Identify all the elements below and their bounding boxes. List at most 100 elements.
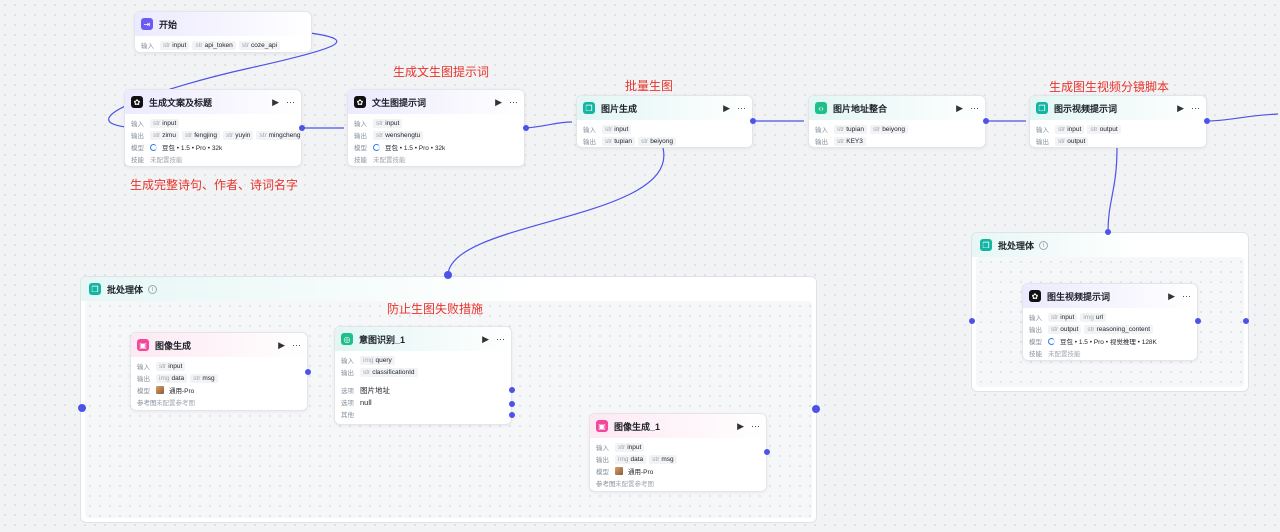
- node-title: 图像生成: [155, 340, 192, 351]
- row-label: 输出: [583, 139, 596, 146]
- param-name: api_token: [204, 41, 233, 49]
- group2-right-port[interactable]: [1243, 318, 1249, 324]
- refimg-value: 未配置参考图: [156, 400, 195, 407]
- param-name: msg: [661, 455, 674, 463]
- branch-option: 图片地址: [360, 385, 390, 395]
- type-tag: str: [225, 131, 234, 139]
- node-img2video-prompt-batch[interactable]: ❒ 图示视频提示词 ▶ ··· 输入 str input str output 输出 s…: [1029, 95, 1207, 148]
- param-tag: str reasoning_content: [1084, 324, 1154, 334]
- param-tag: str input: [1048, 312, 1078, 322]
- node-image-gen-1[interactable]: ▣ 图像生成_1 ▶ ··· 输入 str input 输出 img data str m…: [589, 413, 767, 492]
- refimg-value: 未配置参考图: [615, 481, 654, 488]
- play-icon[interactable]: ▶: [272, 97, 279, 108]
- group1-left-port[interactable]: [78, 404, 86, 412]
- node-intent-recognition[interactable]: ◎ 意图识别_1 ▶ ··· 输入 img query 输出 str classifica…: [334, 326, 512, 425]
- more-icon[interactable]: ···: [509, 97, 518, 108]
- output-port[interactable]: [983, 118, 989, 124]
- type-tag: str: [605, 125, 613, 133]
- branch-port[interactable]: [509, 412, 515, 418]
- info-icon[interactable]: i: [1039, 240, 1049, 250]
- param-tag: str input: [602, 124, 632, 134]
- row-label: 模型: [596, 469, 609, 476]
- group1-right-port[interactable]: [812, 405, 820, 413]
- row-label: 输出: [341, 370, 354, 377]
- param-tag: str wenshengtu: [373, 130, 424, 140]
- more-icon[interactable]: ···: [1191, 103, 1200, 114]
- more-icon[interactable]: ···: [496, 334, 505, 345]
- output-port[interactable]: [750, 118, 756, 124]
- group2-left-port[interactable]: [969, 318, 975, 324]
- param-tag: str mingcheng: [256, 130, 304, 140]
- row-label: 技能: [1029, 351, 1042, 358]
- node-image-gen-batch[interactable]: ❒ 图片生成 ▶ ··· 输入 str input 输出 str tupian str b…: [576, 95, 753, 148]
- type-tag: str: [363, 368, 371, 376]
- group1-input-port[interactable]: [444, 271, 452, 279]
- play-icon[interactable]: ▶: [495, 97, 502, 108]
- param-tag: str input: [373, 118, 403, 128]
- group2-input-port[interactable]: [1105, 229, 1111, 235]
- play-icon[interactable]: ▶: [723, 103, 730, 114]
- param-name: beiyong: [650, 137, 673, 145]
- branch-port[interactable]: [509, 387, 515, 393]
- node-img2video-prompt[interactable]: ✿ 图生视频提示词 ▶ ··· 输入 str input img url 输出 str…: [1022, 283, 1198, 361]
- node-gen-copy-title[interactable]: ✿ 生成文案及标题 ▶ ··· 输入 str input 输出 str zimu str…: [124, 89, 304, 167]
- play-icon[interactable]: ▶: [1168, 291, 1175, 302]
- output-port[interactable]: [1195, 318, 1201, 324]
- annotation-batch: 批量生图: [625, 79, 674, 93]
- param-name: tupian: [846, 125, 864, 133]
- param-tag: str output: [1087, 124, 1121, 134]
- llm-icon: ✿: [354, 96, 366, 108]
- row-label: 模型: [1029, 339, 1042, 346]
- model-name: 豆包 • 1.5 • Pro • 32k: [162, 145, 223, 152]
- param-name: output: [1067, 137, 1086, 145]
- node-image-url-merge[interactable]: ‹› 图片地址整合 ▶ ··· 输入 str tupian str beiyong 输…: [808, 95, 986, 148]
- param-name: output: [1099, 125, 1118, 133]
- row-label: 输出: [354, 133, 367, 140]
- type-tag: str: [376, 119, 384, 127]
- row-label: 输出: [137, 376, 150, 383]
- param-name: input: [1067, 125, 1082, 133]
- type-tag: str: [640, 137, 649, 145]
- node-title: 图示视频提示词: [1054, 103, 1118, 114]
- doubao-icon: [1048, 337, 1055, 345]
- param-name: input: [385, 119, 400, 127]
- play-icon[interactable]: ▶: [482, 334, 489, 345]
- more-icon[interactable]: ···: [286, 97, 295, 108]
- more-icon[interactable]: ···: [970, 103, 979, 114]
- more-icon[interactable]: ···: [751, 421, 760, 432]
- param-name: msg: [202, 374, 215, 382]
- branch-port[interactable]: [509, 401, 515, 407]
- node-title: 文生图提示词: [372, 97, 427, 108]
- group-title: 批处理体: [998, 240, 1035, 251]
- output-port[interactable]: [299, 125, 305, 131]
- more-icon[interactable]: ···: [1182, 291, 1191, 302]
- start-node[interactable]: ⇥ 开始 输入 str input str api_token str coze_ap…: [134, 11, 312, 53]
- llm-icon: ✿: [1029, 290, 1041, 302]
- output-port[interactable]: [1204, 118, 1210, 124]
- output-port[interactable]: [764, 449, 770, 455]
- row-label: 参考图: [137, 400, 157, 407]
- node-text2img-prompt[interactable]: ✿ 文生图提示词 ▶ ··· 输入 str input 输出 str wenshengtu…: [347, 89, 525, 167]
- batch-icon: ❒: [980, 239, 992, 251]
- param-name: yuyin: [235, 131, 251, 139]
- more-icon[interactable]: ···: [292, 340, 301, 351]
- batch-icon: ❒: [1036, 102, 1048, 114]
- info-icon[interactable]: i: [148, 284, 158, 294]
- output-port[interactable]: [305, 369, 311, 375]
- type-tag: str: [159, 362, 167, 370]
- play-icon[interactable]: ▶: [956, 103, 963, 114]
- row-label: 输出: [1036, 139, 1049, 146]
- play-icon[interactable]: ▶: [1177, 103, 1184, 114]
- play-icon[interactable]: ▶: [278, 340, 285, 351]
- play-icon[interactable]: ▶: [737, 421, 744, 432]
- param-name: input: [168, 362, 183, 370]
- param-tag: str input: [160, 40, 190, 50]
- param-tag: str coze_api: [238, 40, 281, 50]
- more-icon[interactable]: ···: [737, 103, 746, 114]
- output-port[interactable]: [523, 125, 529, 131]
- type-tag: str: [837, 125, 845, 133]
- row-label: 输入: [131, 121, 144, 128]
- param-tag: str msg: [649, 454, 677, 464]
- node-image-gen[interactable]: ▣ 图像生成 ▶ ··· 输入 str input 输出 img data str msg…: [130, 332, 308, 411]
- param-name: input: [627, 443, 642, 451]
